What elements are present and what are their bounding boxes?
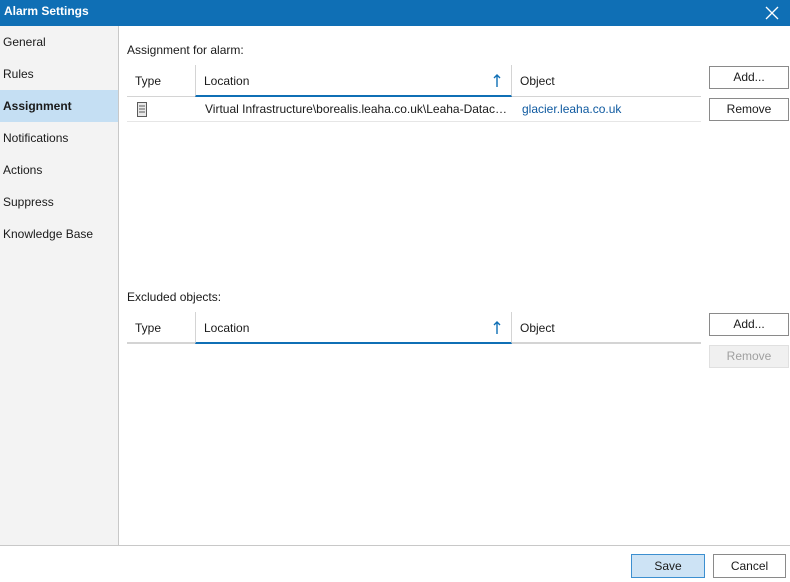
column-header-type[interactable]: Type bbox=[127, 312, 195, 344]
excluded-add-button[interactable]: Add... bbox=[709, 313, 789, 336]
column-header-location-label: Location bbox=[204, 74, 250, 88]
sidebar-item-notifications[interactable]: Notifications bbox=[0, 122, 118, 154]
excluded-label: Excluded objects: bbox=[127, 290, 222, 304]
column-header-location[interactable]: Location bbox=[195, 312, 512, 344]
sidebar-item-label: General bbox=[3, 35, 46, 49]
assignment-remove-button[interactable]: Remove bbox=[709, 98, 789, 121]
excluded-remove-button[interactable]: Remove bbox=[709, 345, 789, 368]
assignment-table: Type Location Object Virtual Infrastruct… bbox=[127, 65, 701, 122]
row-type-cell bbox=[135, 97, 191, 122]
table-header: Type Location Object bbox=[127, 65, 701, 97]
sidebar-item-actions[interactable]: Actions bbox=[0, 154, 118, 186]
table-header: Type Location Object bbox=[127, 312, 701, 344]
server-icon bbox=[137, 102, 147, 117]
assignment-label: Assignment for alarm: bbox=[127, 43, 244, 57]
sidebar-item-label: Rules bbox=[3, 67, 34, 81]
sidebar-item-assignment[interactable]: Assignment bbox=[0, 90, 118, 122]
window-title: Alarm Settings bbox=[4, 4, 89, 18]
main-panel: Assignment for alarm: Type Location Obje… bbox=[119, 26, 790, 545]
arrow-up-icon bbox=[493, 321, 501, 334]
row-location-cell: Virtual Infrastructure\borealis.leaha.co… bbox=[205, 102, 510, 116]
row-object-link[interactable]: glacier.leaha.co.uk bbox=[522, 97, 701, 122]
title-bar: Alarm Settings bbox=[0, 0, 790, 26]
sidebar-item-general[interactable]: General bbox=[0, 26, 118, 58]
assignment-add-button[interactable]: Add... bbox=[709, 66, 789, 89]
cancel-button[interactable]: Cancel bbox=[713, 554, 786, 578]
arrow-up-icon bbox=[493, 74, 501, 87]
sidebar-item-knowledge-base[interactable]: Knowledge Base bbox=[0, 218, 118, 250]
column-header-location[interactable]: Location bbox=[195, 65, 512, 97]
column-header-object[interactable]: Object bbox=[512, 312, 701, 344]
sidebar-item-label: Notifications bbox=[3, 131, 69, 145]
column-header-type[interactable]: Type bbox=[127, 65, 195, 97]
column-header-object[interactable]: Object bbox=[512, 65, 701, 97]
dialog-footer: Save Cancel bbox=[0, 545, 790, 582]
sidebar-item-label: Assignment bbox=[3, 99, 72, 113]
excluded-table: Type Location Object bbox=[127, 312, 701, 344]
sidebar-item-suppress[interactable]: Suppress bbox=[0, 186, 118, 218]
table-row[interactable]: Virtual Infrastructure\borealis.leaha.co… bbox=[127, 97, 701, 122]
sidebar-item-rules[interactable]: Rules bbox=[0, 58, 118, 90]
sidebar: General Rules Assignment Notifications A… bbox=[0, 26, 119, 545]
sidebar-item-label: Knowledge Base bbox=[3, 227, 94, 241]
column-header-location-label: Location bbox=[204, 321, 250, 335]
sidebar-item-label: Suppress bbox=[3, 195, 54, 209]
save-button[interactable]: Save bbox=[631, 554, 705, 578]
close-icon[interactable] bbox=[762, 3, 782, 23]
sidebar-item-label: Actions bbox=[3, 163, 43, 177]
